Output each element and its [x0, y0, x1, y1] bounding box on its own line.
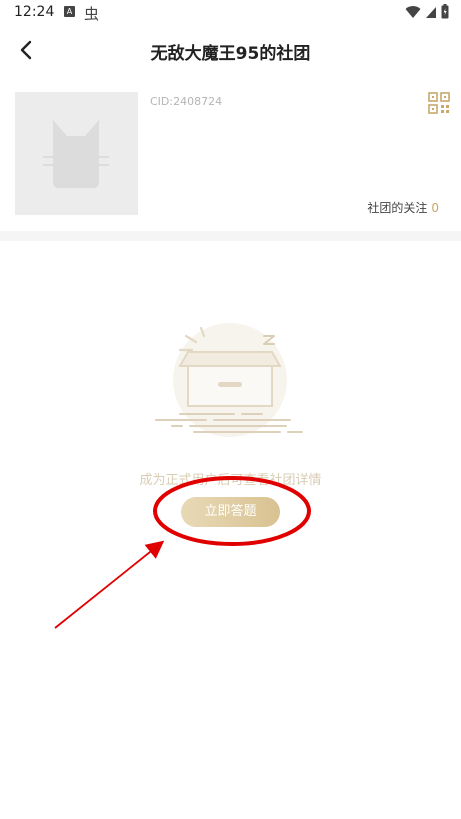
status-time: 12:24	[14, 4, 55, 20]
qr-code-icon	[428, 92, 450, 114]
empty-state-message: 成为正式用户后可查看社团详情	[139, 473, 322, 488]
club-avatar	[15, 92, 138, 215]
status-bar: 12:24 A 虫	[0, 0, 461, 26]
battery-icon	[441, 4, 449, 19]
page-title: 无敌大魔王95的社团	[150, 44, 311, 64]
bug-notification-icon: 虫	[84, 5, 100, 23]
section-divider	[0, 231, 461, 241]
empty-box-illustration	[155, 323, 303, 437]
answer-now-button[interactable]: 立即答题	[181, 497, 280, 527]
a-notification-icon: A	[64, 6, 75, 17]
header: 无敌大魔王95的社团	[0, 26, 461, 74]
signal-icon	[426, 6, 436, 18]
follow-label: 社团的关注	[367, 201, 428, 215]
status-icons	[405, 4, 449, 19]
club-profile: CID:2408724 社团的关注 0	[0, 80, 461, 230]
wifi-icon	[405, 5, 421, 18]
cat-placeholder-icon	[43, 120, 109, 188]
annotation-arrow	[54, 540, 165, 629]
club-id: CID:2408724	[150, 95, 223, 108]
qr-code-button[interactable]	[428, 92, 450, 114]
club-follow-stat[interactable]: 社团的关注 0	[367, 199, 439, 216]
follow-count: 0	[431, 201, 439, 215]
